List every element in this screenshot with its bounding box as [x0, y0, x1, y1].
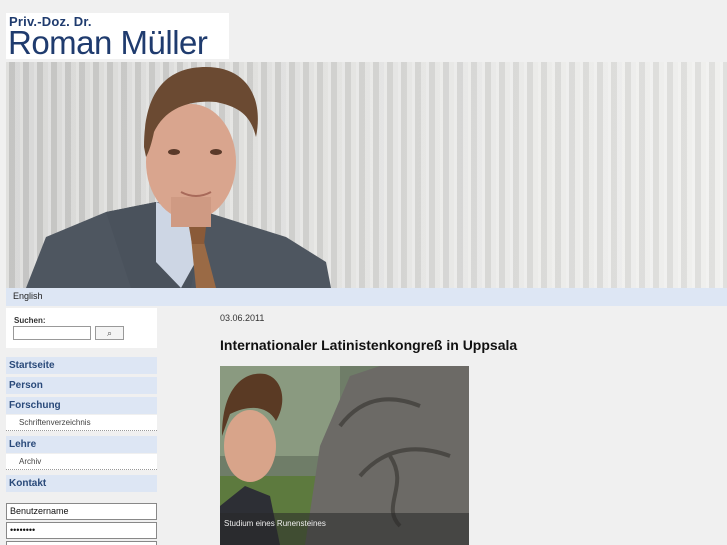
- username-field[interactable]: Benutzername: [6, 503, 157, 520]
- nav-item-person[interactable]: Person: [6, 377, 157, 394]
- language-bar: English: [6, 288, 727, 306]
- nav-subitem-schriftenverzeichnis[interactable]: Schriftenverzeichnis: [6, 415, 157, 431]
- nav-item-startseite[interactable]: Startseite: [6, 357, 157, 374]
- search-label: Suchen:: [14, 316, 46, 325]
- article-date: 03.06.2011: [220, 313, 265, 323]
- language-link-english[interactable]: English: [13, 291, 43, 301]
- header-portrait-banner: [6, 62, 727, 288]
- article-title[interactable]: Internationaler Latinistenkongreß in Upp…: [220, 337, 517, 353]
- search-icon: ⌕: [106, 328, 113, 338]
- logo-name: Roman Müller: [8, 24, 208, 61]
- nav-item-lehre[interactable]: Lehre: [6, 436, 157, 453]
- search-button[interactable]: ⌕: [95, 326, 124, 340]
- site-logo[interactable]: Priv.-Doz. Dr. Roman Müller: [6, 13, 229, 61]
- nav-subitem-archiv[interactable]: Archiv: [6, 454, 157, 470]
- portrait-illustration: [26, 67, 331, 288]
- photo-caption: Studium eines Runensteines: [224, 519, 326, 528]
- search-input[interactable]: [13, 326, 91, 340]
- search-box: Suchen: ⌕: [6, 308, 157, 348]
- nav-item-kontakt[interactable]: Kontakt: [6, 475, 157, 492]
- article-photo[interactable]: Studium eines Runensteines: [220, 366, 469, 545]
- article-body-cutoff: [220, 541, 700, 545]
- login-extra-field[interactable]: [6, 541, 157, 545]
- password-field[interactable]: ••••••••: [6, 522, 157, 539]
- nav-item-forschung[interactable]: Forschung: [6, 397, 157, 414]
